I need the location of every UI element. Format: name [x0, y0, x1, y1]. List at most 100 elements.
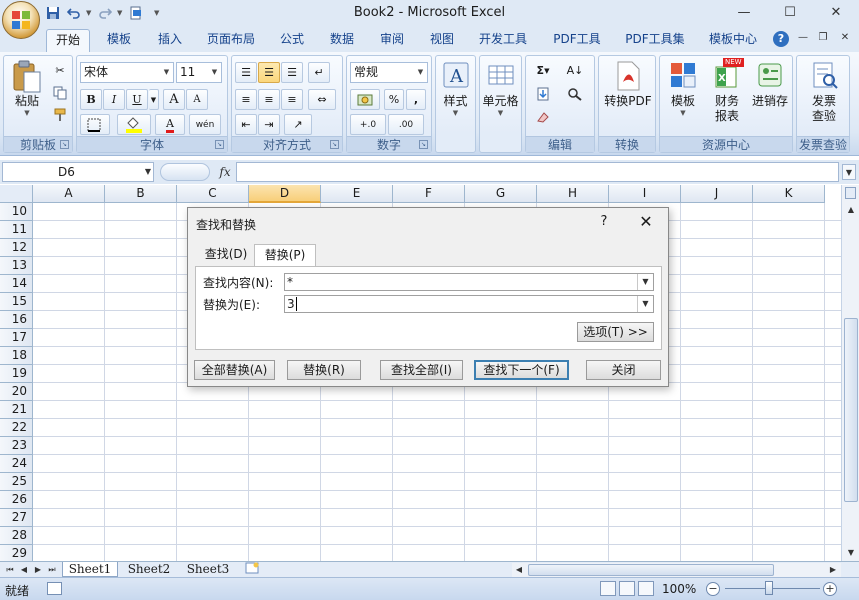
align-center-icon[interactable]: ≡ [258, 89, 280, 110]
next-sheet-icon[interactable]: ▶ [31, 563, 45, 577]
font-size-combo[interactable]: 11 ▼ [176, 62, 222, 83]
tab-template-center[interactable]: 模板中心 [700, 29, 766, 52]
dialog-launcher-icon[interactable]: ↘ [215, 140, 224, 149]
tab-page-layout[interactable]: 页面布局 [200, 29, 262, 52]
zoom-out-icon[interactable]: − [706, 582, 720, 596]
convert-pdf-button[interactable]: 转换PDF [601, 60, 655, 136]
decrease-decimal-button[interactable]: .00 [388, 114, 424, 135]
office-button[interactable] [2, 1, 40, 39]
find-all-button[interactable]: 查找全部(I) [380, 360, 463, 380]
maximize-icon[interactable]: ☐ [767, 0, 813, 24]
chevron-down-icon[interactable]: ▼ [637, 296, 653, 312]
find-select-icon[interactable] [560, 83, 590, 104]
column-header[interactable]: F [393, 185, 465, 203]
styles-button[interactable]: A 样式 ▼ [436, 60, 475, 136]
increase-indent-icon[interactable]: ⇥ [258, 114, 280, 135]
sheet-tab[interactable]: Sheet1 [62, 562, 118, 577]
finance-report-button[interactable]: X NEW 财务 报表 [706, 58, 748, 136]
grow-font-button[interactable]: A [163, 89, 185, 110]
number-format-combo[interactable]: 常规 ▼ [350, 62, 428, 83]
tab-view[interactable]: 视图 [420, 29, 464, 52]
sheet-tab[interactable]: Sheet2 [121, 562, 177, 577]
row-header[interactable]: 22 [0, 419, 33, 437]
tab-find[interactable]: 查找(D) [198, 244, 254, 266]
column-header[interactable]: G [465, 185, 537, 203]
row-header[interactable]: 24 [0, 455, 33, 473]
scroll-right-icon[interactable]: ▶ [826, 563, 840, 577]
row-header[interactable]: 19 [0, 365, 33, 383]
formula-bar-handle[interactable] [160, 163, 210, 181]
format-painter-icon[interactable] [51, 104, 69, 125]
find-what-input[interactable]: * ▼ [284, 273, 654, 291]
shrink-font-button[interactable]: A [186, 89, 208, 110]
expand-formula-bar-icon[interactable]: ▼ [842, 164, 856, 180]
merge-center-icon[interactable]: ⇔ [308, 89, 336, 110]
dialog-launcher-icon[interactable]: ↘ [419, 140, 428, 149]
close-icon[interactable]: ✕ [813, 0, 859, 24]
align-middle-icon[interactable]: ☰ [258, 62, 280, 83]
find-next-button[interactable]: 查找下一个(F) [474, 360, 569, 380]
last-sheet-icon[interactable]: ⏭ [45, 563, 59, 577]
fill-color-button[interactable] [117, 114, 151, 135]
zoom-in-icon[interactable]: + [823, 582, 837, 596]
zoom-level[interactable]: 100% [662, 582, 696, 596]
column-header[interactable]: I [609, 185, 681, 203]
cut-icon[interactable]: ✂ [51, 60, 69, 81]
italic-button[interactable]: I [103, 89, 125, 110]
macro-recording-icon[interactable] [47, 582, 62, 595]
column-header[interactable]: D [249, 185, 321, 203]
prev-sheet-icon[interactable]: ◀ [17, 563, 31, 577]
chevron-down-icon[interactable]: ▼ [637, 274, 653, 290]
scroll-down-icon[interactable]: ▼ [843, 545, 859, 561]
tab-review[interactable]: 审阅 [370, 29, 414, 52]
scroll-thumb[interactable] [528, 564, 774, 576]
row-header[interactable]: 10 [0, 203, 33, 221]
copy-icon[interactable] [51, 82, 69, 103]
replace-with-input[interactable]: 3 ▼ [284, 295, 654, 313]
phonetic-button[interactable]: wén [189, 114, 221, 135]
increase-decimal-button[interactable]: +.0 [350, 114, 386, 135]
accounting-format-icon[interactable] [350, 89, 380, 110]
column-header[interactable]: B [105, 185, 177, 203]
row-header[interactable]: 18 [0, 347, 33, 365]
template-button[interactable]: 模板 ▼ [662, 60, 704, 136]
row-header[interactable]: 28 [0, 527, 33, 545]
first-sheet-icon[interactable]: ⏮ [3, 563, 17, 577]
replace-button[interactable]: 替换(R) [287, 360, 361, 380]
dialog-launcher-icon[interactable]: ↘ [60, 140, 69, 149]
insert-function-icon[interactable]: fx [215, 163, 235, 181]
column-header[interactable]: J [681, 185, 753, 203]
wrap-text-icon[interactable]: ↵ [308, 62, 330, 83]
row-header[interactable]: 25 [0, 473, 33, 491]
split-handle[interactable] [845, 187, 856, 199]
row-header[interactable]: 20 [0, 383, 33, 401]
tab-pdf-toolset[interactable]: PDF工具集 [618, 29, 692, 52]
tab-replace[interactable]: 替换(P) [254, 244, 316, 267]
align-right-icon[interactable]: ≡ [281, 89, 303, 110]
tab-home[interactable]: 开始 [46, 29, 90, 52]
align-top-icon[interactable]: ☰ [235, 62, 257, 83]
formula-input[interactable] [236, 162, 839, 182]
row-header[interactable]: 14 [0, 275, 33, 293]
sort-filter-icon[interactable]: A↓ [560, 60, 590, 81]
help-icon[interactable]: ? [773, 31, 789, 47]
row-header[interactable]: 12 [0, 239, 33, 257]
name-box[interactable]: D6 ▼ [2, 162, 154, 182]
column-header[interactable]: H [537, 185, 609, 203]
row-header[interactable]: 27 [0, 509, 33, 527]
comma-button[interactable]: , [406, 89, 426, 110]
tab-pdf-tools[interactable]: PDF工具 [546, 29, 608, 52]
fill-icon[interactable] [529, 83, 557, 104]
underline-button[interactable]: U [126, 89, 148, 110]
decrease-indent-icon[interactable]: ⇤ [235, 114, 257, 135]
sheet-tab[interactable]: Sheet3 [180, 562, 236, 577]
row-header[interactable]: 13 [0, 257, 33, 275]
column-header[interactable]: E [321, 185, 393, 203]
inventory-button[interactable]: 进销存 [748, 60, 792, 136]
close-button[interactable]: 关闭 [586, 360, 661, 380]
zoom-slider-thumb[interactable] [765, 581, 773, 595]
vertical-scrollbar[interactable]: ▲ ▼ [841, 185, 859, 561]
row-header[interactable]: 17 [0, 329, 33, 347]
normal-view-icon[interactable] [600, 581, 616, 596]
minimize-icon[interactable]: — [721, 0, 767, 24]
